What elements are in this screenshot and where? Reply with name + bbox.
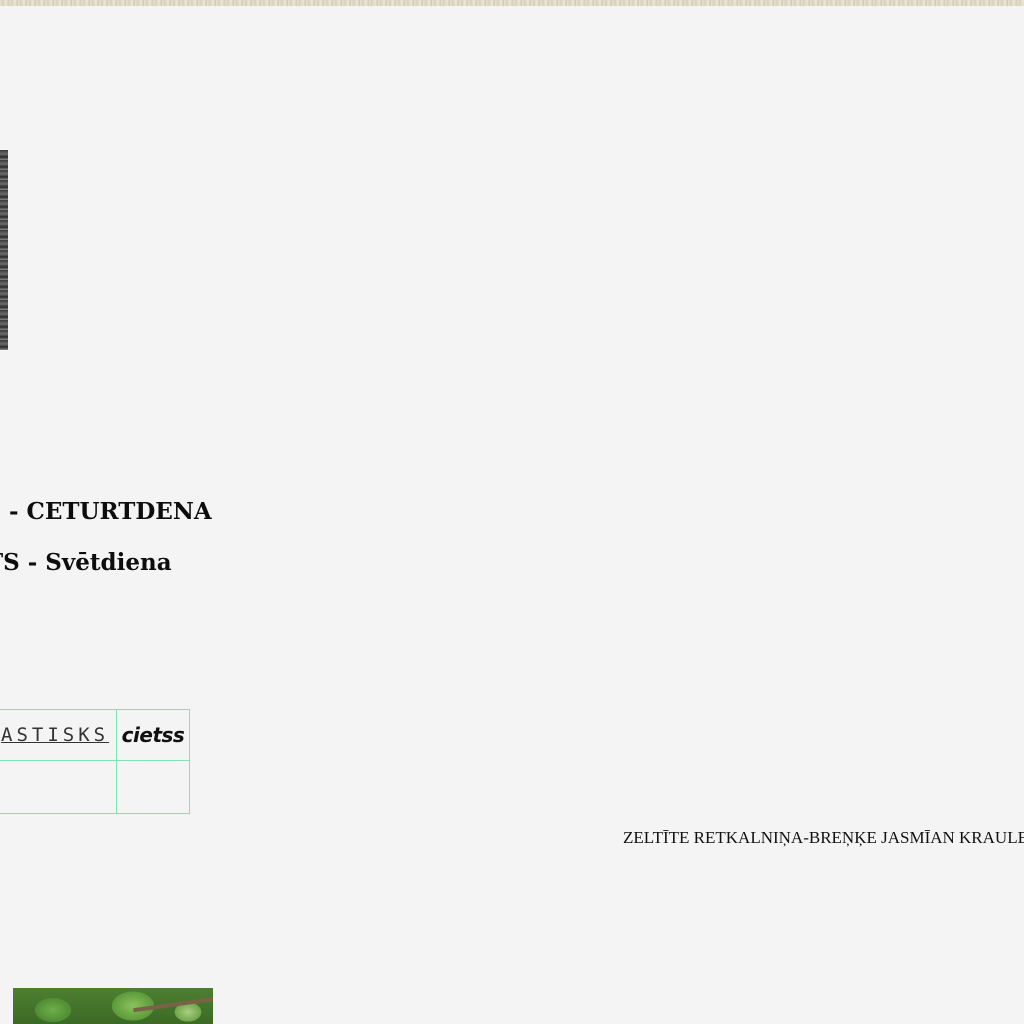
bottom-photo [13, 988, 213, 1024]
table-cell: cietss [116, 709, 190, 761]
names-credits: ZELTĪTE RETKALNIŅA-BREŅĶE JASMĪAN KRAULE… [623, 828, 1024, 847]
side-photo [0, 150, 8, 350]
info-table: ASTISKS cietss [0, 709, 190, 814]
table-row [0, 760, 190, 814]
table-link[interactable]: ASTISKS [0, 710, 116, 760]
table-cell [0, 760, 117, 814]
top-texture-banner [0, 0, 1024, 6]
table-cell: ASTISKS [0, 709, 117, 761]
closed-label: cietss [121, 723, 185, 747]
schedule-heading-2: TS - Svētdiena [0, 549, 172, 576]
schedule-heading-1: s - CETURTDENA [0, 498, 212, 525]
branch-detail [133, 995, 213, 1013]
table-row: ASTISKS cietss [0, 709, 190, 761]
table-cell [116, 760, 190, 814]
